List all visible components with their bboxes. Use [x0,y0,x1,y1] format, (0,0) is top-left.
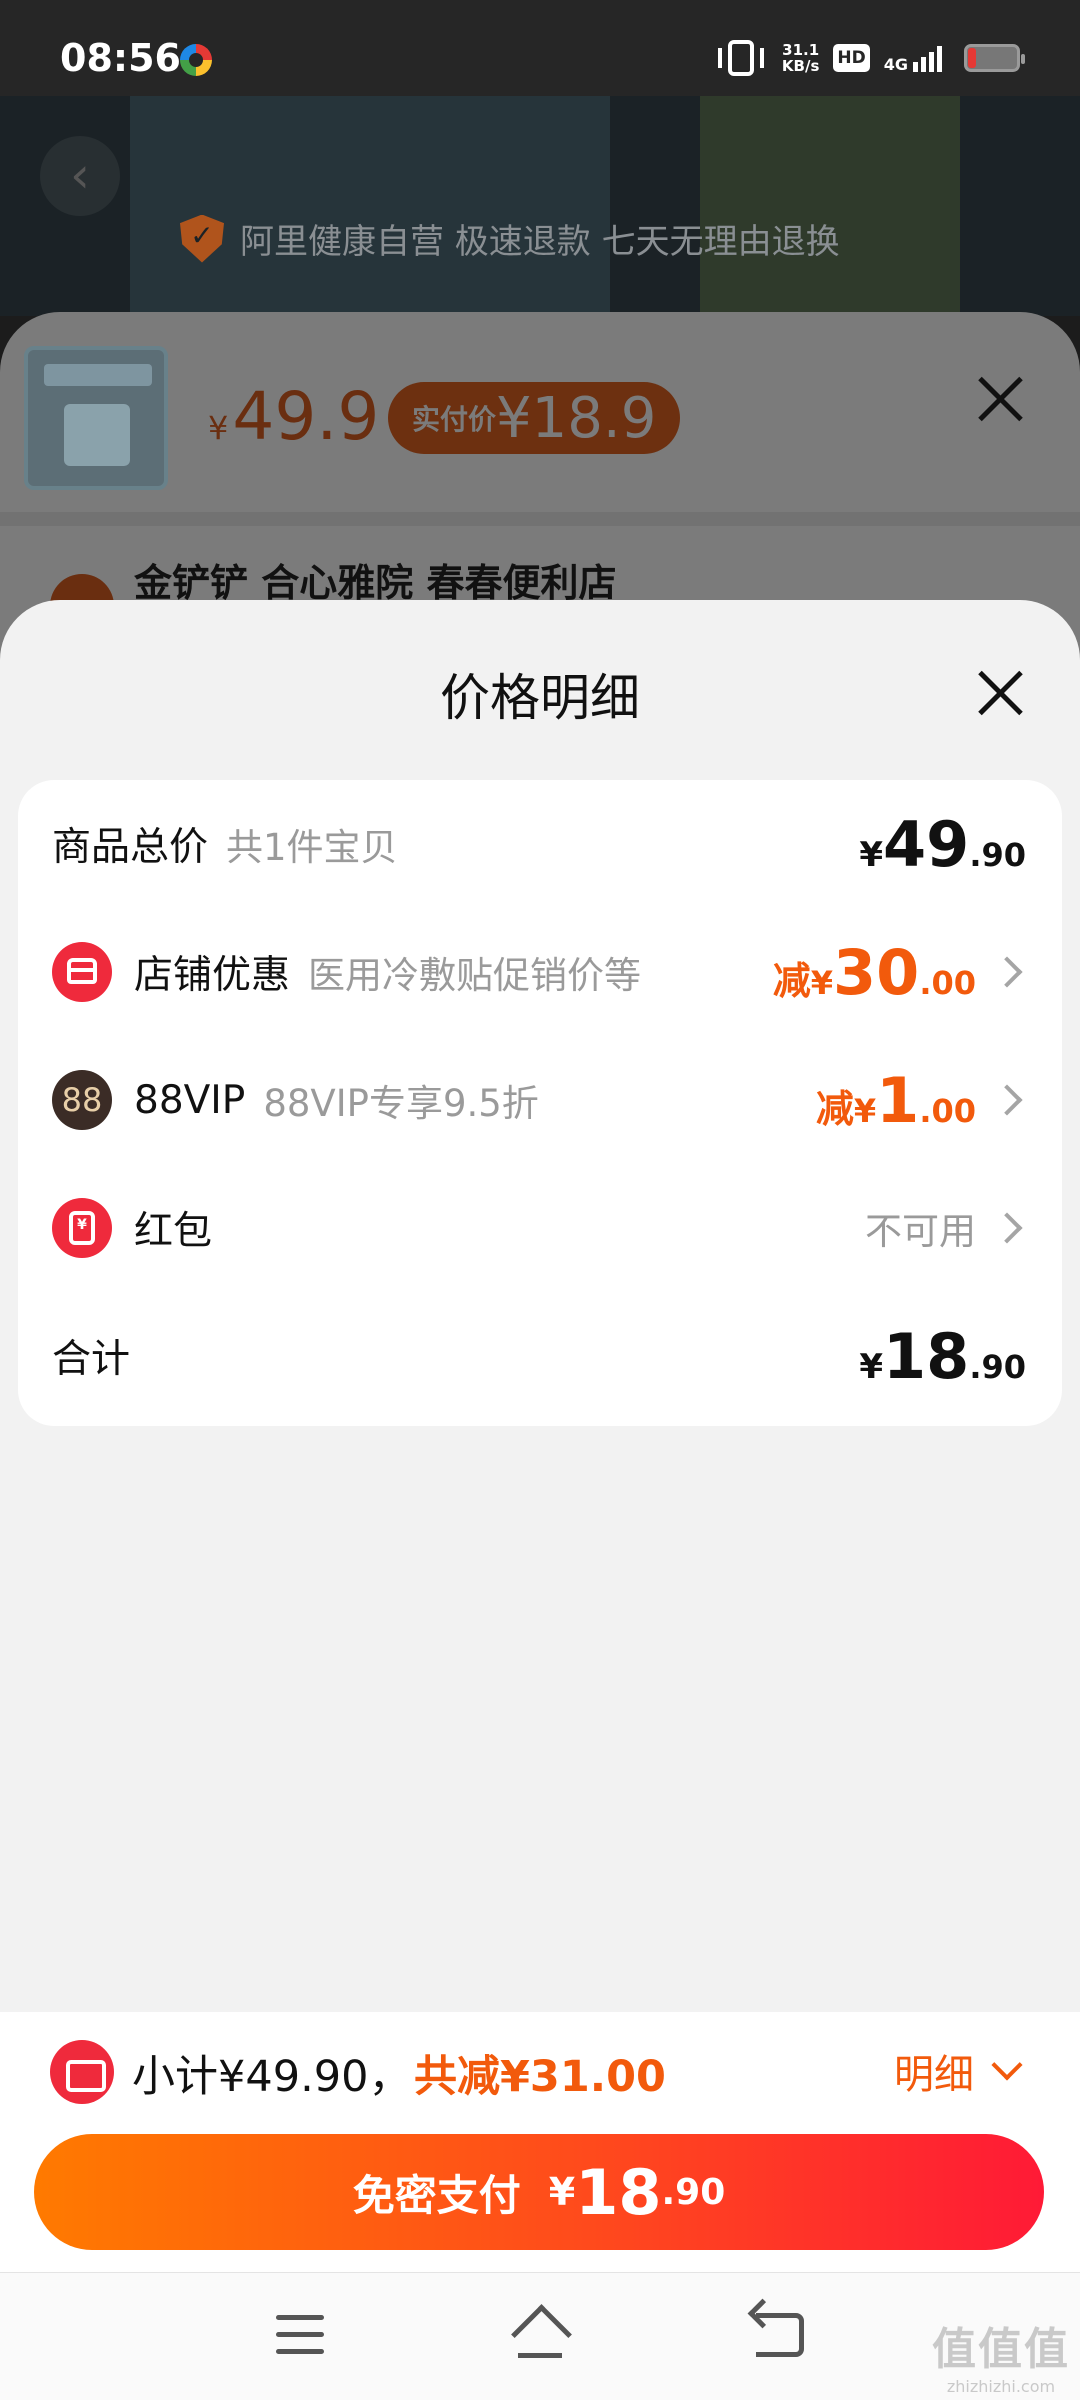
product-page-background: ‹ 阿里健康自营 极速退款 七天无理由退换 [0,96,1080,316]
shop-icon [52,942,112,1002]
row-value: 不可用 [865,1201,1026,1255]
amount-decimal: .90 [969,1347,1026,1386]
actual-price-value: ¥18.9 [496,385,657,451]
row-label: 店铺优惠 [134,953,291,998]
sku-close-icon [976,374,1026,424]
actual-price-label: 实付价 [412,403,497,436]
system-nav-bar: 值值值 zhizhizhi.com [0,2272,1080,2400]
row-label: 商品总价 [52,825,209,870]
coupon-icon [50,2040,114,2104]
unavailable-text: 不可用 [865,1210,976,1253]
row-amount: 减 ¥ 30 .00 [773,936,1026,1009]
home-icon[interactable] [512,2309,568,2361]
chevron-right-icon [991,956,1023,988]
amount-decimal: .00 [919,963,976,1002]
chevron-right-icon [991,1212,1023,1244]
chevron-right-icon [991,1084,1023,1116]
row-88vip[interactable]: 88 88VIP 88VIP专享9.5折 减 ¥ 1 .00 [18,1036,1062,1164]
status-bar: 08:56 31.1 KB/s HD 4G [0,0,1080,96]
amount-prefix: 减 [772,958,811,1003]
chevron-down-icon [991,2049,1023,2081]
shield-icon [180,214,224,263]
watermark: 值值值 zhizhizhi.com [932,2313,1070,2396]
row-label: 合计 [52,1337,131,1382]
close-icon[interactable] [976,668,1026,718]
app-notification-icon [180,44,212,76]
actual-price-badge: 实付价 ¥18.9 [388,382,681,454]
amount-integer: 18 [883,1319,970,1393]
status-indicators: 31.1 KB/s HD 4G [717,40,1025,76]
menu-icon[interactable] [276,2315,324,2355]
product-image [130,96,610,316]
currency-symbol: ¥ [859,834,884,875]
sku-price-currency: ¥ [208,409,229,447]
product-thumbnail [24,346,168,490]
status-time: 08:56 [60,36,181,80]
subtotal-text: 小计¥49.90， [132,2052,412,2102]
currency-symbol: ¥ [810,963,834,1002]
row-amount: ¥ 18 .90 [859,1320,1026,1393]
amount-decimal: .90 [969,835,1026,874]
amount-integer: 49 [883,807,970,881]
detail-toggle-label: 明细 [894,2052,974,2098]
row-total: 合计 ¥ 18 .90 [18,1292,1062,1420]
watermark-logo: 值值值 [932,2324,1070,2375]
network-speed-unit: KB/s [781,57,820,75]
pay-amount-decimal: .90 [661,2171,726,2213]
row-amount: ¥ 49 .90 [859,808,1026,881]
price-detail-card: 商品总价 共1件宝贝 ¥ 49 .90 店铺优惠 医用冷敷贴促销价等 减 ¥ 3… [18,780,1062,1426]
amount-integer: 1 [876,1063,920,1137]
network-speed: 31.1 KB/s [782,42,819,74]
detail-toggle[interactable]: 明细 [894,2042,1023,2100]
total-saved-text: 共减¥31.00 [414,2052,666,2102]
row-shop-discount[interactable]: 店铺优惠 医用冷敷贴促销价等 减 ¥ 30 .00 [18,908,1062,1036]
service-badge-text: 阿里健康自营 极速退款 七天无理由退换 [240,222,840,262]
checkout-summary: 小计¥49.90， 共减¥31.00 明细 免密支付 ¥ 18 .90 [0,2012,1080,2272]
pay-currency: ¥ [548,2170,576,2214]
red-packet-icon: ¥ [52,1198,112,1258]
row-sub: 医用冷敷贴促销价等 [308,954,642,997]
price-detail-sheet: 价格明细 商品总价 共1件宝贝 ¥ 49 .90 店铺优惠 医用冷敷贴促销价等 … [0,600,1080,2012]
battery-icon [964,44,1025,72]
signal-icon: 4G [883,44,942,74]
product-banner-image [700,96,960,316]
88vip-icon: 88 [52,1070,112,1130]
pay-button[interactable]: 免密支付 ¥ 18 .90 [34,2134,1044,2250]
row-label: 红包 [134,1209,213,1254]
sheet-title: 价格明细 [440,669,640,727]
amount-integer: 30 [833,935,920,1009]
back-icon[interactable] [756,2313,804,2357]
shipping-address: 金铲铲 合心雅院 春春便利店 [134,561,617,605]
pay-button-label: 免密支付 [352,2170,521,2220]
divider [0,512,1080,526]
watermark-url: zhizhizhi.com [946,2377,1056,2396]
currency-symbol: ¥ [859,1346,884,1387]
row-goods-total: 商品总价 共1件宝贝 ¥ 49 .90 [18,780,1062,908]
network-type: 4G [883,55,908,74]
sku-price-value: 49.9 [232,378,380,455]
row-red-packet[interactable]: ¥ 红包 不可用 [18,1164,1062,1292]
row-sub: 88VIP专享9.5折 [263,1082,539,1125]
amount-prefix: 减 [815,1086,854,1131]
row-label: 88VIP [134,1077,246,1123]
vibrate-icon [717,40,764,76]
back-arrow-icon: ‹ [40,136,120,216]
row-amount: 减 ¥ 1 .00 [816,1064,1026,1137]
hd-icon: HD [833,44,870,72]
pay-amount-integer: 18 [575,2155,662,2229]
sku-price: ¥ 49.9 [208,378,379,455]
currency-symbol: ¥ [853,1091,877,1130]
row-sub: 共1件宝贝 [226,826,398,869]
service-badge: 阿里健康自营 极速退款 七天无理由退换 [180,214,840,263]
amount-decimal: .00 [919,1091,976,1130]
